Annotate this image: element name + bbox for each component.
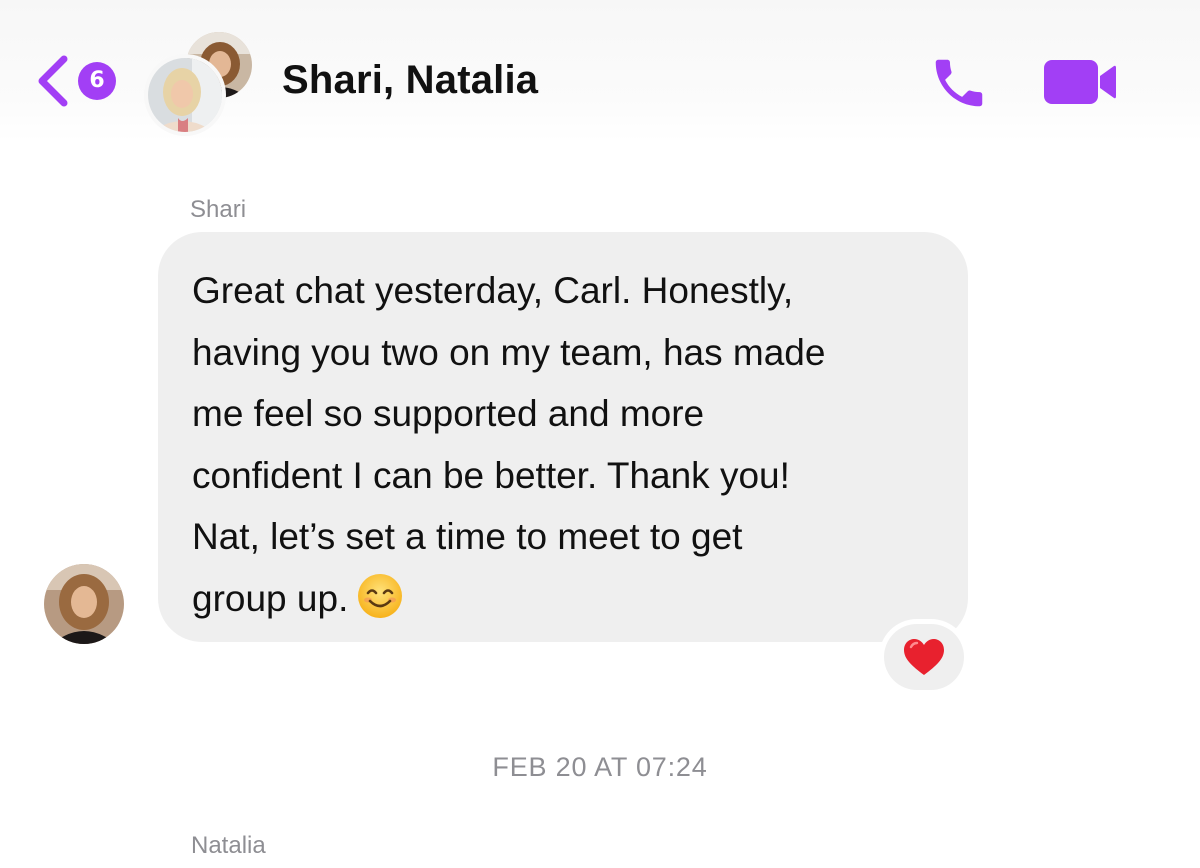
- chat-header: 6 Shari, Natalia: [0, 0, 1200, 142]
- message-bubble[interactable]: Great chat yesterday, Carl. Honestly, ha…: [158, 232, 968, 642]
- sender-name: Shari: [190, 196, 247, 223]
- heart-reaction[interactable]: [884, 624, 964, 690]
- avatar-photo: [148, 58, 222, 132]
- message-line: Great chat yesterday, Carl. Honestly,: [192, 270, 794, 311]
- message-line-last: group up.: [192, 568, 938, 630]
- phone-icon: [935, 59, 983, 107]
- message-line: Nat, let’s set a time to meet to get: [192, 516, 743, 557]
- sender-name: Natalia: [191, 832, 266, 859]
- video-camera-icon: [1044, 60, 1116, 104]
- avatar-natalia[interactable]: [148, 58, 222, 132]
- avatar-shari-message[interactable]: [44, 564, 124, 644]
- avatar-photo: [44, 564, 124, 644]
- audio-call-button[interactable]: [928, 52, 990, 114]
- chat-title[interactable]: Shari, Natalia: [282, 58, 538, 103]
- smiling-face-emoji-icon: [356, 572, 404, 620]
- back-button[interactable]: 6: [34, 50, 130, 112]
- chevron-left-icon: [38, 55, 68, 107]
- message-text: Great chat yesterday, Carl. Honestly, ha…: [192, 260, 938, 629]
- video-call-button[interactable]: [1042, 56, 1118, 108]
- message-line: having you two on my team, has made: [192, 331, 826, 373]
- red-heart-icon: [904, 639, 944, 675]
- message-line: me feel so supported and more: [192, 393, 705, 434]
- message-timestamp: FEB 20 AT 07:24: [492, 752, 708, 782]
- chat-screen: 6 Shari, Natalia Shari Great chat yester…: [0, 0, 1200, 868]
- message-line: confident I can be better. Thank you!: [192, 454, 790, 496]
- message-line-text: group up.: [192, 577, 349, 619]
- unread-count-badge: 6: [78, 62, 116, 100]
